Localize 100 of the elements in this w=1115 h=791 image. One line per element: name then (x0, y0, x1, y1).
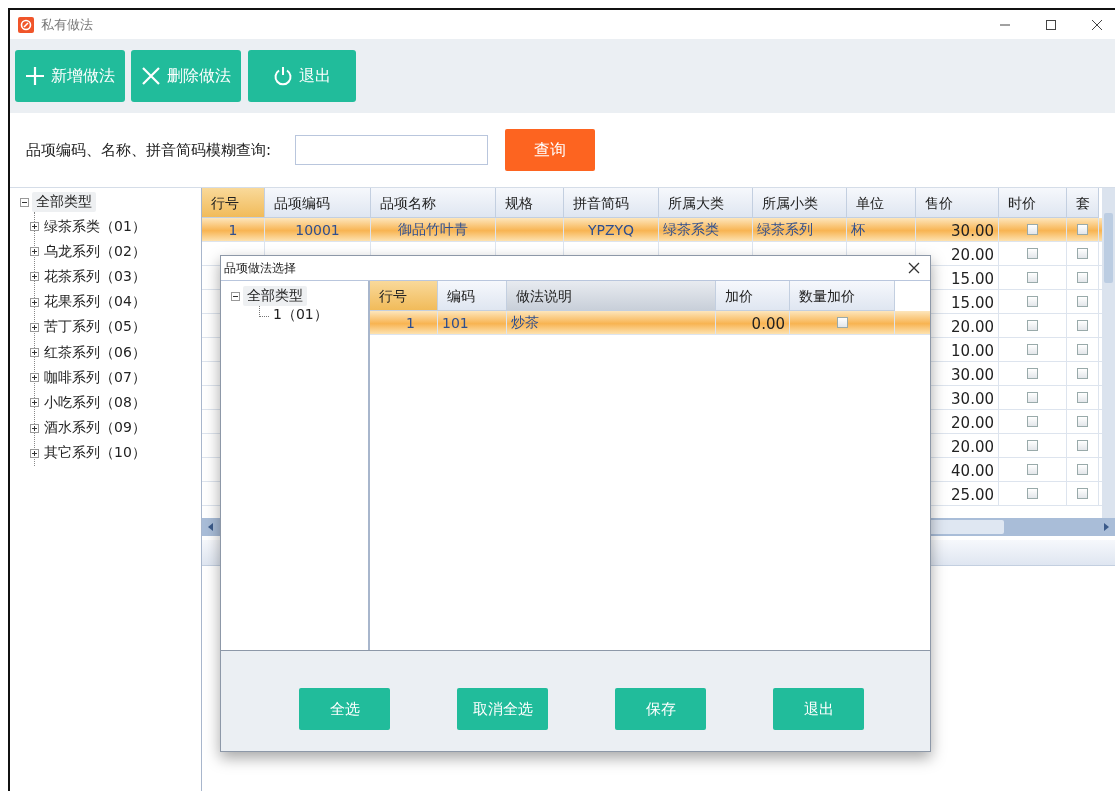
column-header[interactable]: 所属小类 (753, 188, 847, 218)
column-header[interactable]: 规格 (496, 188, 564, 218)
table-cell-text: 25.00 (951, 485, 994, 504)
checkbox[interactable] (1077, 320, 1088, 331)
search-field[interactable] (295, 135, 489, 165)
column-header[interactable]: 加价 (716, 281, 790, 311)
left-arrow-icon[interactable] (207, 522, 215, 532)
tree-item[interactable]: 红茶系列（06） (44, 343, 146, 362)
scrollbar-thumb[interactable] (1104, 213, 1113, 283)
tree-item[interactable]: 花茶系列（03） (44, 267, 146, 286)
table-cell: 炒茶 (511, 313, 539, 332)
tree-item[interactable]: 乌龙系列（02） (44, 242, 146, 261)
collapse-icon[interactable] (20, 197, 29, 207)
plus-icon (25, 66, 45, 86)
checkbox[interactable] (1027, 272, 1038, 283)
expand-icon[interactable] (30, 322, 39, 332)
checkbox[interactable] (1027, 224, 1038, 235)
column-header[interactable]: 品项名称 (371, 188, 496, 218)
column-header[interactable]: 品项编码 (265, 188, 371, 218)
checkbox[interactable] (1077, 296, 1088, 307)
checkbox[interactable] (1077, 416, 1088, 427)
table-cell-text: 20.00 (951, 413, 994, 432)
tree-item[interactable]: 绿茶系类（01） (44, 217, 146, 236)
column-header[interactable]: 编码 (438, 281, 507, 311)
table-cell: 御品竹叶青 (398, 220, 468, 239)
tree-item[interactable]: 小吃系列（08） (44, 393, 146, 412)
table-cell: 杯 (851, 220, 865, 239)
expand-icon[interactable] (30, 423, 39, 433)
table-cell: 1 (228, 221, 238, 238)
expand-icon[interactable] (30, 272, 39, 282)
tree-item[interactable]: 酒水系列（09） (44, 419, 146, 438)
checkbox[interactable] (1027, 416, 1038, 427)
checkbox[interactable] (1027, 440, 1038, 451)
checkbox[interactable] (1027, 320, 1038, 331)
expand-icon[interactable] (30, 398, 39, 408)
table-cell-text: 10.00 (951, 341, 994, 360)
checkbox[interactable] (1027, 296, 1038, 307)
table-cell: 10001 (295, 221, 340, 238)
checkbox[interactable] (1077, 224, 1088, 235)
column-header[interactable]: 所属大类 (659, 188, 753, 218)
tree-item[interactable]: 苦丁系列（05） (44, 318, 146, 337)
tree-item[interactable]: 全部类型 (243, 286, 307, 306)
x-icon (141, 66, 161, 86)
maximize-icon[interactable] (1045, 18, 1057, 31)
table-cell-text: 20.00 (951, 245, 994, 264)
checkbox[interactable] (1077, 272, 1088, 283)
checkbox[interactable] (1077, 368, 1088, 379)
collapse-icon[interactable] (231, 291, 240, 301)
expand-icon[interactable] (30, 373, 39, 383)
checkbox[interactable] (1027, 392, 1038, 403)
column-header[interactable]: 行号 (370, 281, 438, 311)
column-header[interactable]: 做法说明 (507, 281, 716, 311)
window-title: 私有做法 (41, 15, 93, 34)
table-cell: 绿茶系类 (663, 220, 719, 239)
checkbox[interactable] (1027, 464, 1038, 475)
expand-icon[interactable] (30, 348, 39, 358)
vertical-scrollbar[interactable] (1102, 188, 1115, 518)
table-row[interactable]: 1 101 炒茶 0.00 (370, 311, 930, 335)
checkbox[interactable] (1077, 440, 1088, 451)
checkbox[interactable] (1027, 488, 1038, 499)
expand-icon[interactable] (30, 448, 39, 458)
checkbox[interactable] (1077, 248, 1088, 259)
tree-item[interactable]: 咖啡系列（07） (44, 368, 146, 387)
column-header[interactable]: 售价 (916, 188, 999, 218)
checkbox[interactable] (1077, 392, 1088, 403)
tree-item[interactable]: 1（01） (273, 306, 328, 324)
table-cell-text: 30.00 (951, 365, 994, 384)
column-header[interactable]: 套 (1067, 188, 1099, 218)
table-cell: 1 (406, 314, 415, 331)
tree-item[interactable]: 全部类型 (32, 192, 96, 212)
checkbox[interactable] (1027, 368, 1038, 379)
checkbox[interactable] (836, 317, 848, 328)
table-row[interactable]: 1 10001 御品竹叶青 YPZYQ 绿茶系类 绿茶系列 杯 30.00 (202, 218, 1102, 242)
tree-item[interactable]: 其它系列（10） (44, 444, 146, 463)
column-header[interactable]: 单位 (847, 188, 916, 218)
table-cell-text: 20.00 (951, 437, 994, 456)
column-header[interactable]: 数量加价 (790, 281, 895, 311)
table-cell: 101 (442, 314, 469, 331)
checkbox[interactable] (1027, 248, 1038, 259)
close-icon[interactable] (1091, 18, 1103, 31)
column-header[interactable]: 行号 (202, 188, 265, 218)
column-header[interactable]: 拼音简码 (564, 188, 659, 218)
checkbox[interactable] (1077, 488, 1088, 499)
tree-item[interactable]: 花果系列（04） (44, 293, 146, 312)
table-cell: 绿茶系列 (757, 220, 813, 239)
checkbox[interactable] (1077, 344, 1088, 355)
table-cell-text: 15.00 (951, 269, 994, 288)
app-logo-icon (18, 16, 34, 33)
expand-icon[interactable] (30, 297, 39, 307)
table-cell-text: 20.00 (951, 317, 994, 336)
checkbox[interactable] (1027, 344, 1038, 355)
close-icon[interactable] (908, 262, 920, 274)
column-header[interactable]: 时价 (999, 188, 1067, 218)
checkbox[interactable] (1077, 464, 1088, 475)
table-cell-text: 0.00 (751, 314, 785, 333)
table-cell-text: 30.00 (951, 389, 994, 408)
table-cell-text: 30.00 (951, 221, 994, 240)
right-arrow-icon[interactable] (1102, 522, 1110, 532)
expand-icon[interactable] (30, 247, 39, 257)
expand-icon[interactable] (30, 222, 39, 232)
